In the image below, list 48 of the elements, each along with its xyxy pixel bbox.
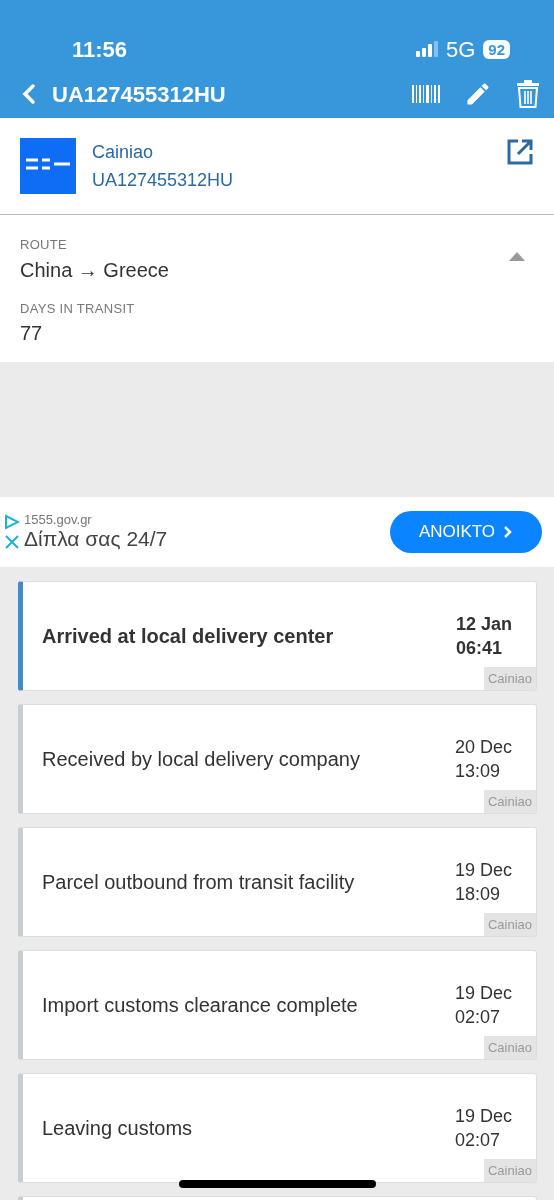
event-status: Arrived at local delivery center [42, 624, 335, 649]
back-button[interactable] [22, 83, 36, 105]
carrier-logo-icon [20, 138, 76, 194]
field-value: 77 [20, 321, 44, 346]
event-status: Import customs clearance complete [42, 993, 359, 1018]
close-icon[interactable] [4, 534, 20, 550]
battery-indicator: 92 [483, 39, 510, 59]
event-source: Cainiao [483, 789, 536, 813]
event-time: 06:41 [455, 637, 503, 660]
ad-open-button[interactable]: ΑΝΟΙΚΤΟ [390, 511, 542, 553]
chevron-right-icon [503, 525, 514, 539]
event-card[interactable]: Import customs clearance complete 19 Dec 02:07 Cainiao [18, 950, 537, 1060]
ad-domain: 1555.gov.gr [24, 513, 93, 527]
open-link-button[interactable] [506, 138, 534, 166]
event-date: 20 Dec [454, 736, 512, 759]
event-card[interactable]: Leaving customs 19 Dec 02:07 Cainiao [18, 1073, 537, 1183]
tracking-number: UA127455312HU [92, 169, 235, 192]
field-value: China → Greece [20, 257, 170, 283]
delete-button[interactable] [516, 80, 540, 108]
event-card[interactable]: Received by local delivery company 20 Dec 13:09 Cainiao [18, 704, 537, 814]
field-label: DAYS IN TRANSIT [20, 299, 136, 318]
barcode-button[interactable] [412, 85, 440, 103]
event-time: 02:07 [454, 1006, 501, 1029]
event-source: Cainiao [483, 912, 536, 936]
event-date: 19 Dec [454, 982, 512, 1005]
status-time: 11:56 [72, 35, 128, 64]
collapse-toggle[interactable] [508, 251, 526, 261]
event-time: 13:09 [454, 760, 501, 783]
event-source: Cainiao [483, 666, 536, 690]
event-card[interactable]: Parcel outbound from transit facility 19 Dec 18:09 Cainiao [18, 827, 537, 937]
event-source: Cainiao [483, 1158, 536, 1182]
ad-headline: Δίπλα σας 24/7 [24, 527, 169, 551]
field-label: ROUTE [20, 236, 68, 254]
event-status: Parcel outbound from transit facility [42, 870, 356, 895]
carrier-name: Cainiao [92, 141, 155, 164]
event-date: 12 Jan [455, 613, 512, 636]
event-status: Received by local delivery company [42, 747, 361, 772]
page-title: UA127455312HU [52, 80, 227, 109]
event-status: Leaving customs [42, 1116, 194, 1141]
signal-icon [415, 41, 438, 57]
event-source: Cainiao [483, 1035, 536, 1059]
event-time: 02:07 [454, 1129, 501, 1152]
event-date: 19 Dec [454, 859, 512, 882]
network-label: 5G [445, 35, 476, 64]
event-time: 18:09 [454, 883, 501, 906]
event-date: 19 Dec [454, 1105, 512, 1128]
ad-play-icon [4, 514, 20, 530]
event-card[interactable]: Arrived at local delivery center 12 Jan 06:41 Cainiao [18, 581, 537, 691]
